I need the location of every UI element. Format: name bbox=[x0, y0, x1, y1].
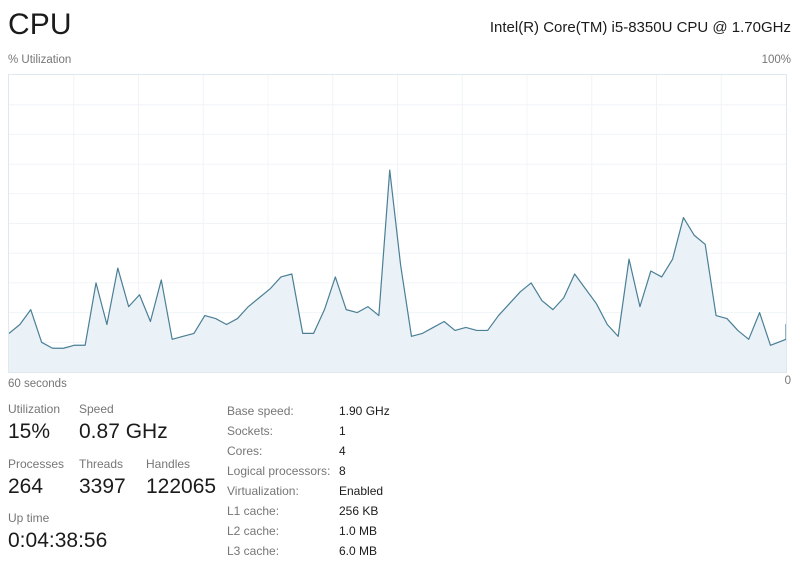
x-axis-end-label: 0 bbox=[784, 375, 791, 387]
spec-row: Base speed: 1.90 GHz bbox=[227, 401, 527, 421]
cpu-utilization-chart-svg bbox=[9, 75, 786, 372]
utilization-value: 15% bbox=[8, 420, 51, 443]
x-axis-start-label: 60 seconds bbox=[8, 378, 67, 390]
spec-value: 4 bbox=[339, 444, 346, 458]
cpu-header: CPU Intel(R) Core(TM) i5-8350U CPU @ 1.7… bbox=[0, 0, 800, 48]
spec-value: 6.0 MB bbox=[339, 544, 378, 558]
cpu-performance-page: CPU Intel(R) Core(TM) i5-8350U CPU @ 1.7… bbox=[0, 0, 800, 568]
uptime-label: Up time bbox=[8, 511, 50, 525]
spec-row: Cores: 4 bbox=[227, 441, 527, 461]
spec-key: L3 cache: bbox=[227, 544, 280, 558]
spec-key: L2 cache: bbox=[227, 524, 280, 538]
spec-key: Sockets: bbox=[227, 424, 274, 438]
utilization-label: Utilization bbox=[8, 402, 61, 416]
spec-key: Logical processors: bbox=[227, 464, 331, 478]
spec-value: 1 bbox=[339, 424, 346, 438]
spec-key: Base speed: bbox=[227, 404, 294, 418]
spec-row: Sockets: 1 bbox=[227, 421, 527, 441]
handles-value: 122065 bbox=[146, 475, 217, 498]
spec-row: Virtualization: Enabled bbox=[227, 481, 527, 501]
speed-value: 0.87 GHz bbox=[79, 420, 168, 443]
spec-row: Logical processors: 8 bbox=[227, 461, 527, 481]
spec-key: Virtualization: bbox=[227, 484, 299, 498]
cpu-spec-list: Base speed: 1.90 GHz Sockets: 1 Cores: 4 Logic… bbox=[227, 401, 527, 561]
cpu-stats-panel: Utilization 15% Speed 0.87 GHz Processes… bbox=[0, 396, 800, 568]
spec-value: 1.90 GHz bbox=[339, 404, 390, 418]
spec-row: L1 cache: 256 KB bbox=[227, 501, 527, 521]
spec-row: L2 cache: 1.0 MB bbox=[227, 521, 527, 541]
spec-value: 8 bbox=[339, 464, 346, 478]
cpu-model-name: Intel(R) Core(TM) i5-8350U CPU @ 1.70GHz bbox=[489, 19, 791, 36]
uptime-value: 0:04:38:56 bbox=[8, 529, 108, 552]
spec-value: 1.0 MB bbox=[339, 524, 378, 538]
cpu-utilization-graph[interactable] bbox=[8, 74, 787, 373]
speed-label: Speed bbox=[79, 402, 114, 416]
spec-value: Enabled bbox=[339, 484, 384, 498]
y-axis-label: % Utilization bbox=[8, 54, 72, 66]
handles-label: Handles bbox=[146, 457, 191, 471]
spec-key: Cores: bbox=[227, 444, 263, 458]
processes-label: Processes bbox=[8, 457, 65, 471]
processes-value: 264 bbox=[8, 475, 44, 498]
threads-value: 3397 bbox=[79, 475, 126, 498]
page-title: CPU bbox=[8, 8, 72, 41]
threads-label: Threads bbox=[79, 457, 124, 471]
spec-value: 256 KB bbox=[339, 504, 379, 518]
spec-row: L3 cache: 6.0 MB bbox=[227, 541, 527, 561]
y-axis-max-label: 100% bbox=[761, 54, 791, 66]
spec-key: L1 cache: bbox=[227, 504, 280, 518]
